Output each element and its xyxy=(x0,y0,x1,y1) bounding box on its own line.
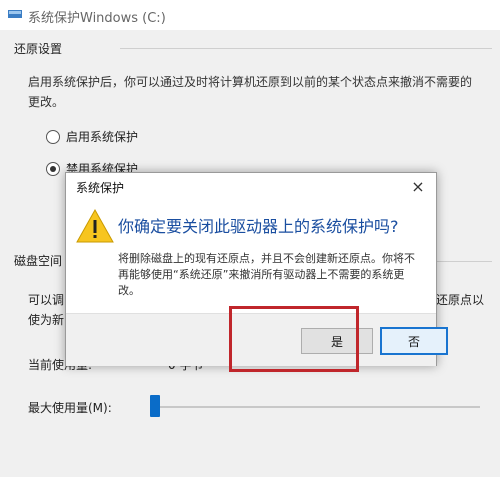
window-title: 系统保护Windows (C:) xyxy=(28,11,166,26)
group-divider xyxy=(430,261,492,262)
radio-circle[interactable] xyxy=(46,129,60,144)
radio-enable-protection[interactable]: 启用系统保护 xyxy=(46,128,138,145)
dialog-title: 系统保护 xyxy=(76,181,125,195)
disk-space-description-right: 还原点以 xyxy=(436,293,485,307)
dialog-main-instruction: 你确定要关闭此驱动器上的系统保护吗? xyxy=(118,217,399,236)
disk-space-group-label: 磁盘空间 xyxy=(14,254,63,268)
max-usage-label: 最大使用量(M): xyxy=(28,401,112,415)
restore-settings-group-label: 还原设置 xyxy=(14,42,63,56)
disk-space-description-left: 可以调 使为新 xyxy=(28,293,65,327)
highlight-annotation-box xyxy=(229,306,359,372)
window-titlebar: 系统保护Windows (C:) xyxy=(0,0,500,30)
dialog-detail-text: 将删除磁盘上的现有还原点，并且不会创建新还原点。你将不再能够使用“系统还原”来撤… xyxy=(118,252,415,297)
close-icon[interactable]: × xyxy=(408,176,428,196)
max-usage-slider-track[interactable] xyxy=(150,406,480,408)
warning-icon xyxy=(76,209,114,243)
group-divider xyxy=(120,48,492,49)
radio-circle-checked[interactable] xyxy=(46,161,60,176)
drive-icon xyxy=(8,10,22,18)
radio-label: 启用系统保护 xyxy=(66,130,139,144)
restore-description: 启用系统保护后，你可以通过及时将计算机还原到以前的某个状态点来撤消不需要的更改。 xyxy=(28,75,473,109)
max-usage-slider-thumb[interactable] xyxy=(150,395,160,417)
no-button[interactable]: 否 xyxy=(380,327,448,355)
